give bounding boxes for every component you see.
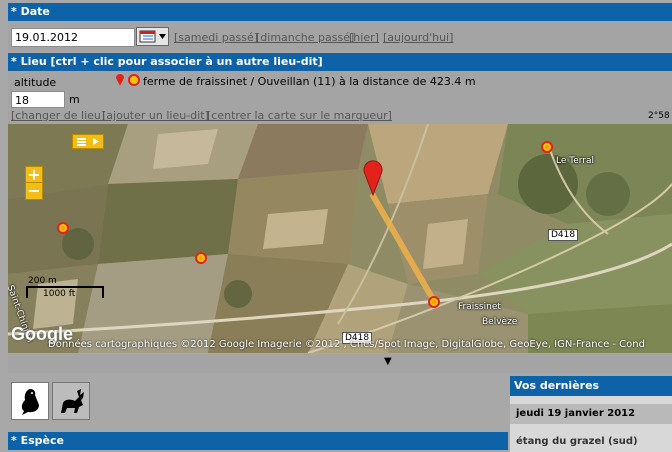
link-centrer-carte[interactable]: [centrer la carte sur le marqueur] [207,109,392,122]
zoom-out-button[interactable]: − [25,182,43,200]
scale-metric: 200 m [28,276,57,286]
link-ajouter-lieu-dit[interactable]: [ajouter un lieu-dit] [102,109,209,122]
map-layers-button[interactable] [72,134,104,149]
observation-entry[interactable]: étang du grazel (sud) [516,436,638,447]
satellite-map[interactable]: + − Le Terral Fraissinet Belvèze Saint-C… [8,124,672,353]
road-label-d418: D418 [548,229,579,241]
expand-arrow-icon: ▼ [384,356,392,367]
scale-imperial: 1000 ft [43,289,76,299]
location-pin-icon[interactable] [363,160,383,196]
link-changer-de-lieu[interactable]: [changer de lieu] [11,109,105,122]
calendar-button[interactable] [136,27,169,46]
place-label-fraissinet: Fraissinet [458,302,501,312]
place-label-le-terral: Le Terral [556,156,595,166]
map-attribution: Données cartographiques ©2012 Google Ima… [48,339,645,350]
calendar-icon [139,30,166,43]
altitude-label: altitude [14,76,57,89]
observation-marker[interactable] [541,141,553,153]
red-marker-icon [116,74,124,86]
layers-icon [77,138,99,146]
date-input[interactable]: 19.01.2012 [11,28,135,47]
altitude-unit: m [69,93,80,106]
link-dimanche-passe[interactable]: [dimanche passé] [256,31,354,44]
tab-mammals[interactable] [52,382,90,420]
bird-icon [21,389,39,415]
espece-section-header: * Espèce [8,432,508,450]
deer-icon [61,389,84,413]
map-scale: 200 m 1000 ft [26,276,106,302]
link-hier[interactable]: [hier] [349,31,379,44]
observation-date: jeudi 19 janvier 2012 [510,404,672,424]
place-label-belveze: Belvèze [482,317,518,327]
link-aujourdhui[interactable]: [aujourd'hui] [383,31,453,44]
date-section-header: * Date [8,3,672,21]
observation-marker[interactable] [57,222,69,234]
map-expand-strip[interactable]: ▼ [8,354,672,373]
tab-birds[interactable] [11,382,49,420]
altitude-input[interactable]: 18 [11,91,65,108]
lieu-section-header: * Lieu [ctrl + clic pour associer à un a… [8,53,672,71]
link-samedi-passe[interactable]: [samedi passé] [174,31,258,44]
target-marker-icon [128,74,140,86]
coordinate-edge-text: 2°58 [648,111,670,121]
observations-header: Vos dernières observations [510,376,672,412]
observation-marker[interactable] [195,252,207,264]
location-text: ferme de fraissinet / Ouveillan (11) à l… [143,75,476,88]
observation-marker[interactable] [428,296,440,308]
